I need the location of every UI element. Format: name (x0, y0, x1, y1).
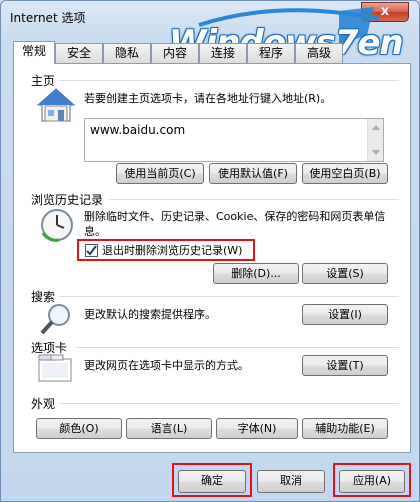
history-section-title: 浏览历史记录 (31, 193, 104, 207)
tab-security[interactable]: 安全 (55, 43, 103, 63)
tabs-settings-button[interactable]: 设置(T) (302, 355, 388, 376)
tab-advanced[interactable]: 高级 (295, 43, 343, 63)
homepage-url-field[interactable]: www.baidu.com (84, 118, 384, 162)
window-title: Internet 选项 (10, 11, 86, 25)
general-tab-panel: 主页 若要创建主页选项卡，请在各地址行键入地址(R)。 www.baidu.co… (13, 63, 411, 453)
tab-general[interactable]: 常规 (13, 41, 55, 64)
tab-programs[interactable]: 程序 (247, 43, 295, 63)
cancel-button[interactable]: 取消 (257, 470, 325, 493)
use-default-button[interactable]: 使用默认值(F) (209, 163, 297, 184)
delete-history-button[interactable]: 删除(D)... (213, 263, 299, 284)
history-description: 删除临时文件、历史记录、Cookie、保存的密码和网页表单信息。 (84, 210, 386, 238)
history-clock-icon (41, 209, 73, 242)
search-settings-button[interactable]: 设置(I) (302, 304, 388, 325)
history-settings-button[interactable]: 设置(S) (302, 263, 388, 284)
languages-button[interactable]: 语言(L) (126, 418, 212, 439)
internet-options-window: Internet 选项 x Windows7en 常规 安全 隐私 内容 连接 … (0, 0, 420, 502)
url-field-scrollbar[interactable] (367, 119, 383, 161)
colors-button[interactable]: 颜色(O) (36, 418, 122, 439)
tabbed-window-icon (38, 354, 72, 382)
apply-button[interactable]: 应用(A) (339, 470, 405, 493)
tab-content[interactable]: 内容 (151, 43, 199, 63)
accessibility-button[interactable]: 辅助功能(E) (302, 418, 388, 439)
scroll-down-icon[interactable] (372, 150, 380, 155)
house-icon (36, 88, 76, 122)
search-description: 更改默认的搜索提供程序。 (84, 308, 216, 321)
fonts-button[interactable]: 字体(N) (216, 418, 298, 439)
use-current-button[interactable]: 使用当前页(C) (116, 163, 204, 184)
tab-connections[interactable]: 连接 (199, 43, 247, 63)
use-blank-button[interactable]: 使用空白页(B) (302, 163, 388, 184)
ok-button[interactable]: 确定 (178, 470, 246, 493)
homepage-description: 若要创建主页选项卡，请在各地址行键入地址(R)。 (84, 92, 332, 105)
delete-on-exit-checkbox[interactable] (85, 244, 98, 257)
magnifier-icon (40, 304, 70, 335)
delete-on-exit-label[interactable]: 退出时删除浏览历史记录(W) (102, 243, 242, 258)
homepage-divider (59, 80, 399, 81)
history-divider (109, 199, 399, 200)
tabs-divider (76, 347, 399, 348)
scroll-up-icon[interactable] (372, 125, 380, 130)
tab-privacy[interactable]: 隐私 (103, 43, 151, 63)
homepage-url-value: www.baidu.com (90, 123, 186, 137)
search-divider (59, 296, 399, 297)
tabs-description: 更改网页在选项卡中显示的方式。 (84, 359, 249, 372)
checkmark-icon (86, 245, 97, 256)
appearance-divider (59, 403, 399, 404)
appearance-section-title: 外观 (31, 397, 56, 411)
